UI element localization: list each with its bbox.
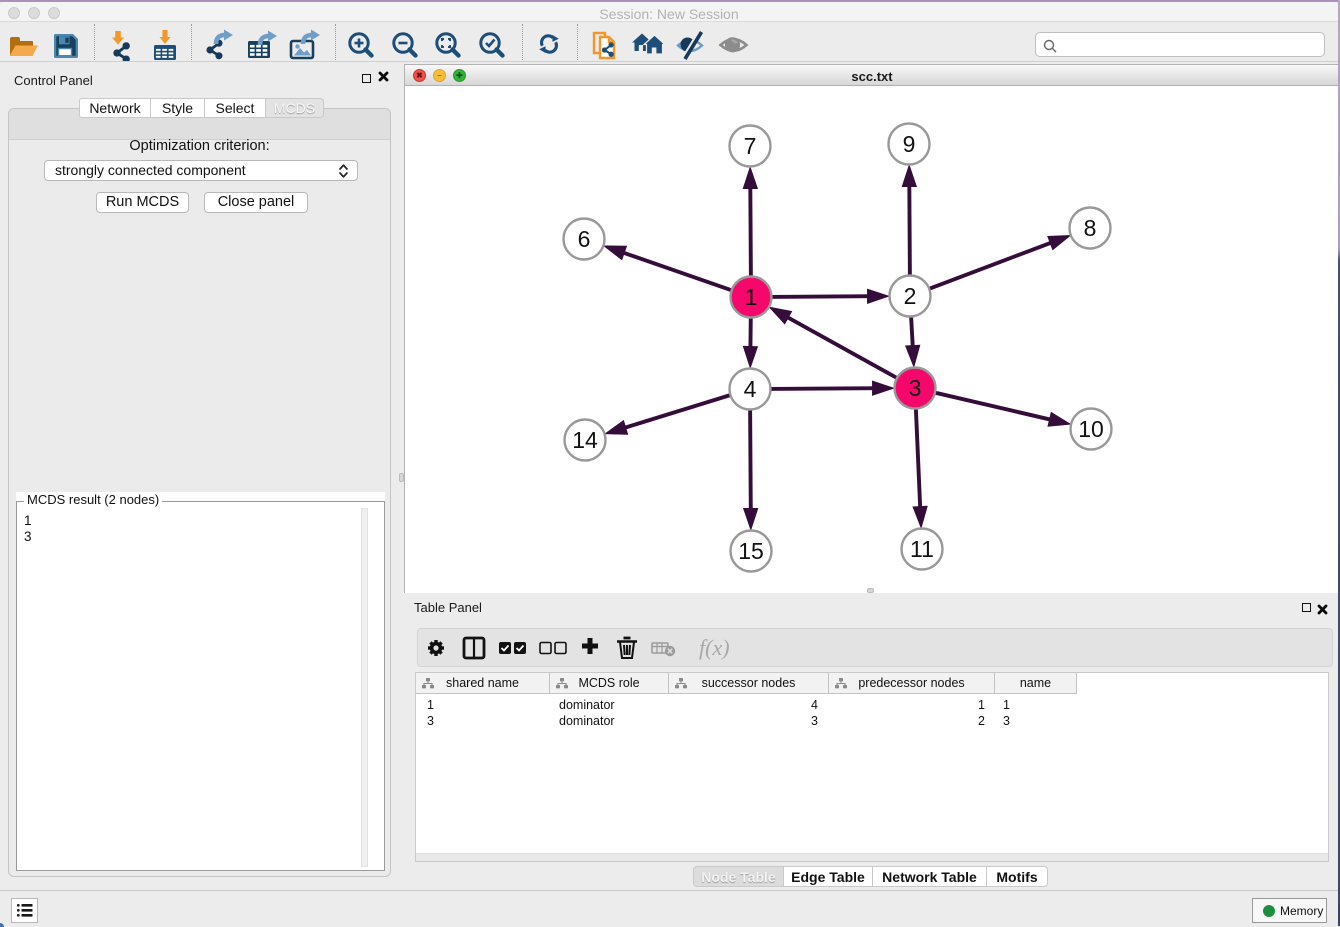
svg-text:1: 1 [745, 284, 758, 310]
svg-text:15: 15 [738, 538, 764, 564]
svg-text:10: 10 [1078, 416, 1104, 442]
svg-text:4: 4 [744, 376, 757, 402]
svg-text:9: 9 [903, 131, 916, 157]
svg-text:14: 14 [572, 427, 598, 453]
svg-text:11: 11 [910, 536, 934, 562]
svg-text:2: 2 [904, 283, 917, 309]
svg-text:8: 8 [1084, 215, 1097, 241]
svg-text:6: 6 [578, 226, 591, 252]
svg-text:f(x): f(x) [699, 635, 730, 660]
svg-text:3: 3 [909, 375, 922, 401]
svg-text:7: 7 [744, 133, 757, 159]
